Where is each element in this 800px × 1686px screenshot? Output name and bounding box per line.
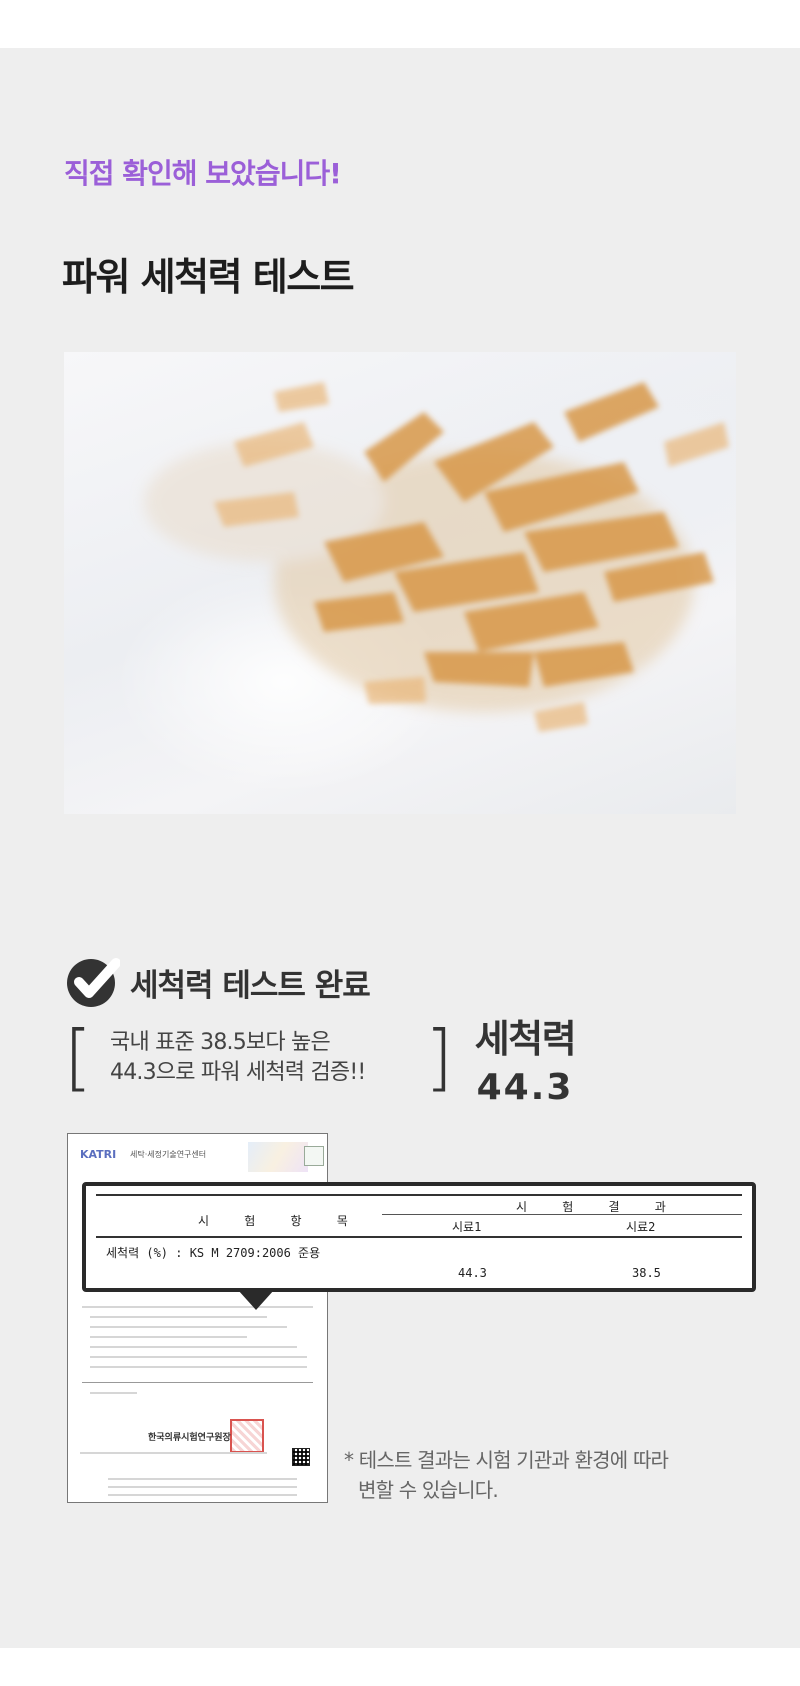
test-result-header: 시 험 결 과 (516, 1200, 680, 1214)
sample-2-value: 38.5 (632, 1266, 661, 1280)
official-seal (230, 1419, 264, 1453)
sample-2-header: 시료2 (626, 1220, 656, 1234)
power-value: 44.3 (476, 1067, 574, 1108)
cert-text-line (90, 1366, 307, 1368)
bracket-open: [ (64, 1015, 93, 1099)
header-bottom-rule (96, 1236, 742, 1238)
result-title: 세척력 테스트 완료 (130, 968, 371, 1004)
page-title: 파워 세척력 테스트 (62, 255, 355, 299)
power-score: 세척력 44.3 (470, 1008, 580, 1108)
check-circle-icon (67, 958, 120, 1007)
katri-logo: KATRI (80, 1148, 117, 1161)
stain-test-photo (64, 352, 736, 814)
cert-text-line (90, 1316, 267, 1318)
cert-text-line (108, 1478, 297, 1480)
header-sub-rule (382, 1214, 742, 1215)
result-line-1: 국내 표준 38.5보다 높은 (110, 1030, 331, 1055)
test-item-header: 시 험 항 목 (198, 1214, 362, 1228)
disclaimer: * 테스트 결과는 시험 기관과 환경에 따라 변할 수 있습니다. (344, 1445, 684, 1505)
bracket-close: ] (425, 1015, 454, 1099)
result-line-2: 44.3으로 파워 세척력 검증!! (110, 1060, 366, 1085)
sample-1-value: 44.3 (458, 1266, 487, 1280)
cert-text-line (90, 1346, 297, 1348)
katri-logo-subtitle: 세탁·세정기술연구센터 (130, 1150, 207, 1159)
cert-text-line (90, 1326, 287, 1328)
table-top-rule (96, 1194, 742, 1196)
certification-mark-icon (304, 1146, 324, 1166)
disclaimer-line-1: * 테스트 결과는 시험 기관과 환경에 따라 (344, 1448, 669, 1472)
cert-text-line (90, 1392, 137, 1394)
cert-text-line (198, 1452, 267, 1454)
certificate-watermark (248, 1142, 308, 1172)
cert-text-line (82, 1306, 313, 1308)
cert-divider (82, 1382, 313, 1383)
result-description: 국내 표준 38.5보다 높은 44.3으로 파워 세척력 검증!! (110, 1028, 430, 1088)
qr-code-icon (292, 1448, 310, 1466)
sample-1-header: 시료1 (452, 1220, 482, 1234)
cert-text-line (90, 1356, 307, 1358)
cert-text-line (80, 1452, 207, 1454)
magnifier-pointer (238, 1290, 274, 1310)
test-item-label: 세척력 (%) : KS M 2709:2006 준용 (106, 1246, 321, 1260)
power-label: 세척력 (474, 1017, 577, 1061)
cert-text-line (108, 1486, 297, 1488)
stain-illustration (144, 382, 729, 732)
result-table-magnified: 시 험 항 목 시 험 결 과 시료1 시료2 세척력 (%) : KS M 2… (82, 1182, 756, 1310)
certificate-issuer: 한국의류시험연구원장 (148, 1433, 231, 1443)
eyebrow-text: 직접 확인해 보았습니다! (64, 157, 342, 190)
disclaimer-line-2: 변할 수 있습니다. (358, 1478, 499, 1502)
cert-text-line (90, 1336, 247, 1338)
cert-text-line (108, 1494, 297, 1496)
